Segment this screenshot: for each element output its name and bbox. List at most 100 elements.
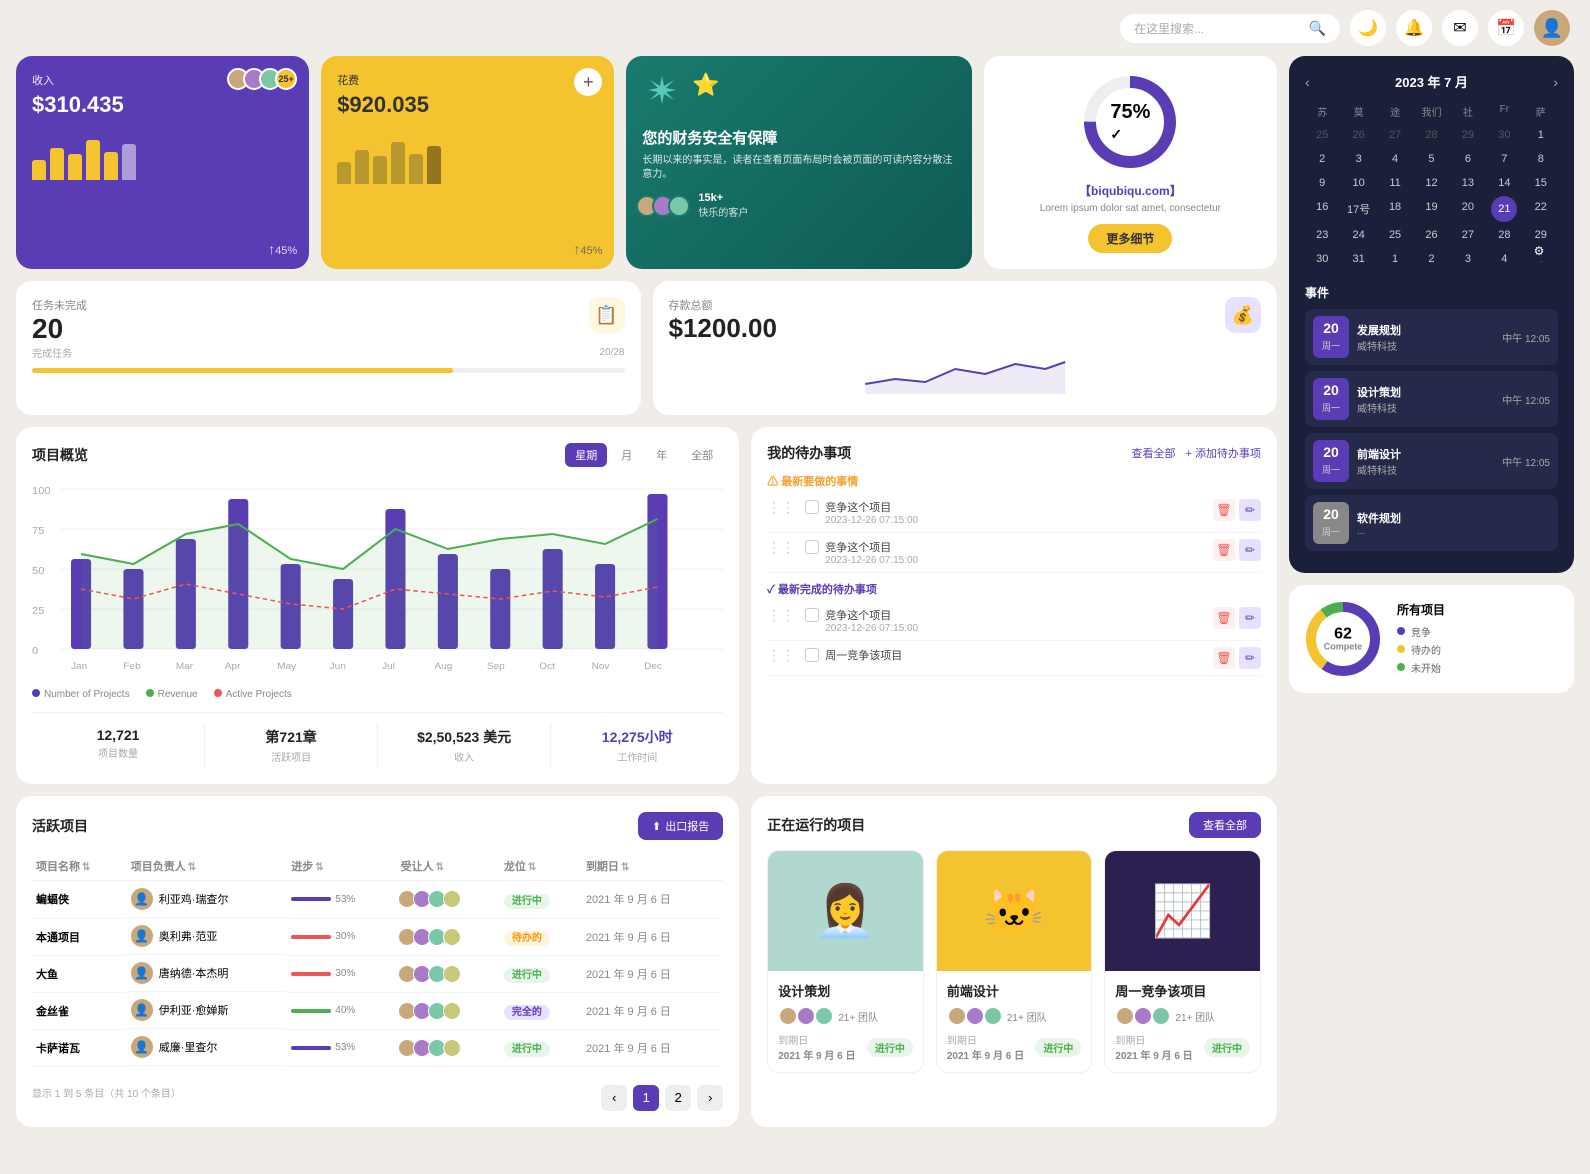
calendar-day[interactable]: 20: [1451, 196, 1485, 222]
cell-manager: 👤 奥利弗·范亚: [127, 918, 288, 955]
calendar-day[interactable]: 11: [1378, 172, 1412, 194]
todo-checkbox[interactable]: [805, 648, 819, 662]
cell-assignees: [397, 992, 500, 1029]
event-date-box: 20 周一: [1313, 440, 1349, 482]
event-day: 20: [1320, 506, 1342, 522]
todo-edit-button[interactable]: ✏: [1239, 499, 1261, 521]
avatar[interactable]: 👤: [1534, 10, 1570, 46]
table-row: 本通项目 👤 奥利弗·范亚 30% 待办的 2021 年 9 月 6 日: [32, 918, 723, 955]
calendar-day[interactable]: 8: [1524, 148, 1558, 170]
calendar-day[interactable]: 5: [1414, 148, 1448, 170]
cell-manager: 👤 利亚鸡·瑞查尔: [127, 881, 288, 918]
calendar-day[interactable]: 25: [1305, 124, 1339, 146]
calendar-day[interactable]: 26: [1414, 224, 1448, 246]
todo-delete-button[interactable]: 🗑: [1213, 539, 1235, 561]
calendar-day[interactable]: 18: [1378, 196, 1412, 222]
savings-icon: 💰: [1225, 297, 1261, 333]
page-1-button[interactable]: 1: [633, 1085, 659, 1111]
legend-row: 竞争: [1397, 624, 1560, 639]
calendar-day[interactable]: 28: [1414, 124, 1448, 146]
tab-all[interactable]: 全部: [681, 443, 723, 467]
active-projects-table: 项目名称⇅ 项目负责人⇅ 进步⇅ 受让人⇅ 龙位⇅ 到期日⇅ 蝙蝠侠 👤 利亚鸡…: [32, 852, 723, 1067]
tab-week[interactable]: 星期: [565, 443, 607, 467]
todo-checkbox[interactable]: [805, 540, 819, 554]
todo-delete-button[interactable]: 🗑: [1213, 647, 1235, 669]
calendar-day[interactable]: 9: [1305, 172, 1339, 194]
calendar-day[interactable]: 26: [1341, 124, 1375, 146]
view-all-button[interactable]: 查看全部: [1189, 812, 1261, 838]
calendar-day[interactable]: 27: [1451, 224, 1485, 246]
calendar-today[interactable]: 21: [1491, 196, 1517, 222]
cal-next-button[interactable]: ›: [1553, 74, 1558, 90]
calendar-day[interactable]: 29: [1451, 124, 1485, 146]
team-label: 21+ 团队: [1175, 1009, 1215, 1024]
todo-checkbox[interactable]: [805, 500, 819, 514]
todo-edit-button[interactable]: ✏: [1239, 647, 1261, 669]
todo-text: 竞争这个项目: [825, 539, 918, 555]
todo-edit-button[interactable]: ✏: [1239, 539, 1261, 561]
project-card-image: 👩‍💼: [768, 851, 923, 971]
event-item: 20 周一 软件规划 ...: [1305, 495, 1558, 551]
col-position: 龙位⇅: [500, 852, 582, 881]
calendar-day[interactable]: 28: [1487, 224, 1521, 246]
calendar-day[interactable]: 12: [1414, 172, 1448, 194]
calendar-day[interactable]: 3: [1341, 148, 1375, 170]
savings-amount: $1200.00: [669, 313, 1262, 344]
event-name: 前端设计: [1357, 446, 1494, 462]
prev-page-button[interactable]: ‹: [601, 1085, 627, 1111]
calendar-day[interactable]: 15: [1524, 172, 1558, 194]
calendar-day[interactable]: 6: [1451, 148, 1485, 170]
tab-month[interactable]: 月: [611, 443, 642, 467]
todo-edit-button[interactable]: ✏: [1239, 607, 1261, 629]
calendar-day[interactable]: 27: [1378, 124, 1412, 146]
todo-delete-button[interactable]: 🗑: [1213, 607, 1235, 629]
calendar-day[interactable]: 2: [1414, 248, 1448, 270]
event-date-box: 20 周一: [1313, 378, 1349, 420]
active-projects-header: 活跃项目 ⬆ 出口报告: [32, 812, 723, 840]
calendar-day[interactable]: 16: [1305, 196, 1339, 222]
calendar-day[interactable]: 19: [1414, 196, 1448, 222]
calendar-day[interactable]: 25: [1378, 224, 1412, 246]
todo-delete-button[interactable]: 🗑: [1213, 499, 1235, 521]
event-item: 20 周一 前端设计 威特科技 中午 12:05: [1305, 433, 1558, 489]
calendar-day[interactable]: 31: [1341, 248, 1375, 270]
todo-view-all[interactable]: 查看全部: [1132, 445, 1176, 461]
calendar-day[interactable]: 17号: [1341, 196, 1375, 222]
cell-name: 卡萨诺瓦: [32, 1029, 127, 1066]
project-card-image: 🐱: [937, 851, 1092, 971]
calendar-day[interactable]: 7: [1487, 148, 1521, 170]
calendar-day[interactable]: 13: [1451, 172, 1485, 194]
cal-prev-button[interactable]: ‹: [1305, 74, 1310, 90]
calendar-day[interactable]: 30: [1305, 248, 1339, 270]
calendar-day[interactable]: 10: [1341, 172, 1375, 194]
event-weekday: 周一: [1322, 403, 1340, 413]
calendar-day[interactable]: 4: [1378, 148, 1412, 170]
mail-icon[interactable]: ✉: [1442, 10, 1478, 46]
todo-date: 2023-12-26 07:15:00: [825, 515, 918, 526]
calendar-icon[interactable]: 📅: [1488, 10, 1524, 46]
bell-icon[interactable]: 🔔: [1396, 10, 1432, 46]
calendar-day[interactable]: 14: [1487, 172, 1521, 194]
calendar-day[interactable]: 4: [1487, 248, 1521, 270]
todo-checkbox[interactable]: [805, 608, 819, 622]
calendar-day[interactable]: 24: [1341, 224, 1375, 246]
settings-icon[interactable]: ⚙: [1528, 240, 1550, 262]
calendar-day[interactable]: 30: [1487, 124, 1521, 146]
moon-icon[interactable]: 🌙: [1350, 10, 1386, 46]
more-detail-button[interactable]: 更多细节: [1088, 224, 1172, 253]
todo-add[interactable]: + 添加待办事项: [1186, 445, 1261, 461]
deadline-row: 到期日 2021 年 9 月 6 日 进行中: [947, 1032, 1082, 1062]
next-page-button[interactable]: ›: [697, 1085, 723, 1111]
tab-year[interactable]: 年: [646, 443, 677, 467]
page-2-button[interactable]: 2: [665, 1085, 691, 1111]
export-button[interactable]: ⬆ 出口报告: [638, 812, 723, 840]
calendar-day[interactable]: 22: [1524, 196, 1558, 222]
svg-text:Apr: Apr: [225, 661, 241, 671]
calendar-day[interactable]: 1: [1524, 124, 1558, 146]
calendar-day[interactable]: 23: [1305, 224, 1339, 246]
calendar-day[interactable]: 3: [1451, 248, 1485, 270]
running-title: 正在运行的项目: [767, 815, 865, 835]
search-box[interactable]: 在这里搜索... 🔍: [1120, 14, 1340, 43]
calendar-day[interactable]: 1: [1378, 248, 1412, 270]
calendar-day[interactable]: 2: [1305, 148, 1339, 170]
